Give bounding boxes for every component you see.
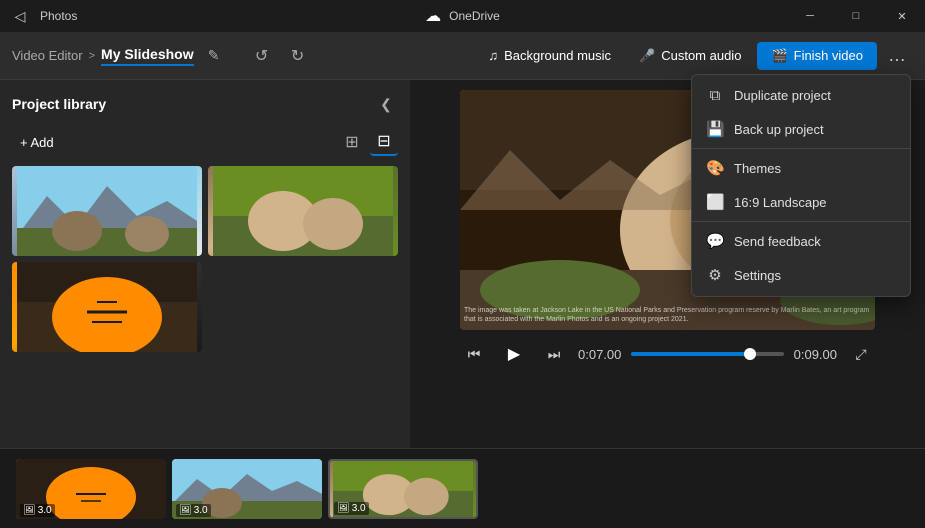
background-music-button[interactable]: ♫ Background music <box>476 42 623 69</box>
menu-divider-2 <box>692 221 910 222</box>
minimize-button[interactable]: ─ <box>787 0 833 32</box>
backup-icon: 💾 <box>706 120 724 138</box>
library-title: Project library <box>12 96 106 112</box>
themes-icon: 🎨 <box>706 159 724 177</box>
progress-fill <box>631 352 750 356</box>
menu-divider-1 <box>692 148 910 149</box>
timeline-label-wolves: 🖼 3.0 <box>176 504 211 517</box>
title-bar-left: ◁ Photos <box>8 4 77 28</box>
timeline-label-cubs: 🖼 3.0 <box>334 502 369 515</box>
breadcrumb-parent[interactable]: Video Editor <box>12 48 83 63</box>
timeline-label-tiger: 🖼 3.0 <box>20 504 55 517</box>
add-media-button[interactable]: + Add <box>12 131 62 154</box>
close-button[interactable]: ✕ <box>879 0 925 32</box>
audio-icon: 🎤 <box>639 48 655 64</box>
collapse-library-button[interactable]: ❮ <box>374 92 398 116</box>
context-menu: ⧉ Duplicate project 💾 Back up project 🎨 … <box>691 74 911 297</box>
timeline-item-tiger[interactable]: 🖼 3.0 <box>16 459 166 519</box>
custom-audio-label: Custom audio <box>661 48 741 63</box>
view-toggle: ⊞ ⊟ <box>338 128 398 156</box>
project-library: Project library ❮ + Add ⊞ ⊟ <box>0 80 410 448</box>
menu-label-backup: Back up project <box>734 122 824 137</box>
title-bar-right: ─ □ ✕ <box>787 0 925 32</box>
onedrive-icon: ☁ <box>425 6 441 26</box>
menu-label-settings: Settings <box>734 268 781 283</box>
play-button[interactable]: ▶ <box>498 338 530 370</box>
current-time: 0:07.00 <box>578 347 621 362</box>
menu-item-backup[interactable]: 💾 Back up project <box>692 112 910 146</box>
edit-title-button[interactable]: ✎ <box>200 42 228 70</box>
menu-item-themes[interactable]: 🎨 Themes <box>692 151 910 185</box>
timeline-item-wolves[interactable]: 🖼 3.0 <box>172 459 322 519</box>
grid-view-button[interactable]: ⊞ <box>338 128 366 156</box>
expand-button[interactable]: ⤢ <box>847 340 875 368</box>
duplicate-icon: ⧉ <box>706 87 724 104</box>
more-options-button[interactable]: … <box>881 40 913 72</box>
settings-icon: ⚙ <box>706 266 724 284</box>
toolbar-right: ♫ Background music 🎤 Custom audio 🎬 Fini… <box>476 40 913 72</box>
onedrive-label: OneDrive <box>449 9 500 23</box>
breadcrumb-separator: > <box>89 50 95 62</box>
video-controls: ⏮ ▶ ⏭ 0:07.00 0:09.00 ⤢ <box>460 338 875 370</box>
background-music-label: Background music <box>504 48 611 63</box>
library-toolbar: + Add ⊞ ⊟ <box>12 128 398 156</box>
breadcrumb: Video Editor > My Slideshow ✎ <box>12 42 228 70</box>
music-icon: ♫ <box>488 48 498 63</box>
progress-thumb[interactable] <box>744 348 756 360</box>
total-time: 0:09.00 <box>794 347 837 362</box>
maximize-button[interactable]: □ <box>833 0 879 32</box>
progress-bar[interactable] <box>631 352 783 356</box>
landscape-icon: ⬜ <box>706 193 724 211</box>
back-button[interactable]: ◁ <box>8 4 32 28</box>
video-caption: The image was taken at Jackson Lake in t… <box>464 306 871 324</box>
menu-item-landscape[interactable]: ⬜ 16:9 Landscape <box>692 185 910 219</box>
media-thumb-wolves[interactable] <box>12 166 202 256</box>
feedback-icon: 💬 <box>706 232 724 250</box>
menu-label-themes: Themes <box>734 161 781 176</box>
title-bar-center: ☁ OneDrive <box>425 6 500 26</box>
custom-audio-button[interactable]: 🎤 Custom audio <box>627 42 753 70</box>
menu-label-feedback: Send feedback <box>734 234 821 249</box>
media-thumb-cubs[interactable] <box>208 166 398 256</box>
finish-video-button[interactable]: 🎬 Finish video <box>757 42 877 70</box>
media-grid <box>12 166 398 352</box>
previous-frame-button[interactable]: ⏮ <box>460 340 488 368</box>
undo-button[interactable]: ↺ <box>246 40 278 72</box>
next-frame-button[interactable]: ⏭ <box>540 340 568 368</box>
menu-item-duplicate[interactable]: ⧉ Duplicate project <box>692 79 910 112</box>
menu-item-feedback[interactable]: 💬 Send feedback <box>692 224 910 258</box>
menu-label-landscape: 16:9 Landscape <box>734 195 827 210</box>
redo-button[interactable]: ↻ <box>282 40 314 72</box>
app-title: Photos <box>40 9 77 23</box>
menu-label-duplicate: Duplicate project <box>734 88 831 103</box>
media-thumb-tiger[interactable] <box>12 262 202 352</box>
toolbar-actions: ↺ ↻ <box>246 40 314 72</box>
finish-label: Finish video <box>794 48 863 63</box>
timeline-strip: 🖼 3.0 🖼 3.0 <box>0 448 925 528</box>
finish-icon: 🎬 <box>771 48 787 64</box>
toolbar-left: Video Editor > My Slideshow ✎ ↺ ↻ <box>12 40 476 72</box>
library-header: Project library ❮ <box>12 92 398 116</box>
title-bar: ◁ Photos ☁ OneDrive ─ □ ✕ <box>0 0 925 32</box>
list-view-button[interactable]: ⊟ <box>370 128 398 156</box>
breadcrumb-current: My Slideshow <box>101 46 194 66</box>
toolbar: Video Editor > My Slideshow ✎ ↺ ↻ ♫ Back… <box>0 32 925 80</box>
timeline-item-cubs[interactable]: 🖼 3.0 <box>328 459 478 519</box>
menu-item-settings[interactable]: ⚙ Settings <box>692 258 910 292</box>
